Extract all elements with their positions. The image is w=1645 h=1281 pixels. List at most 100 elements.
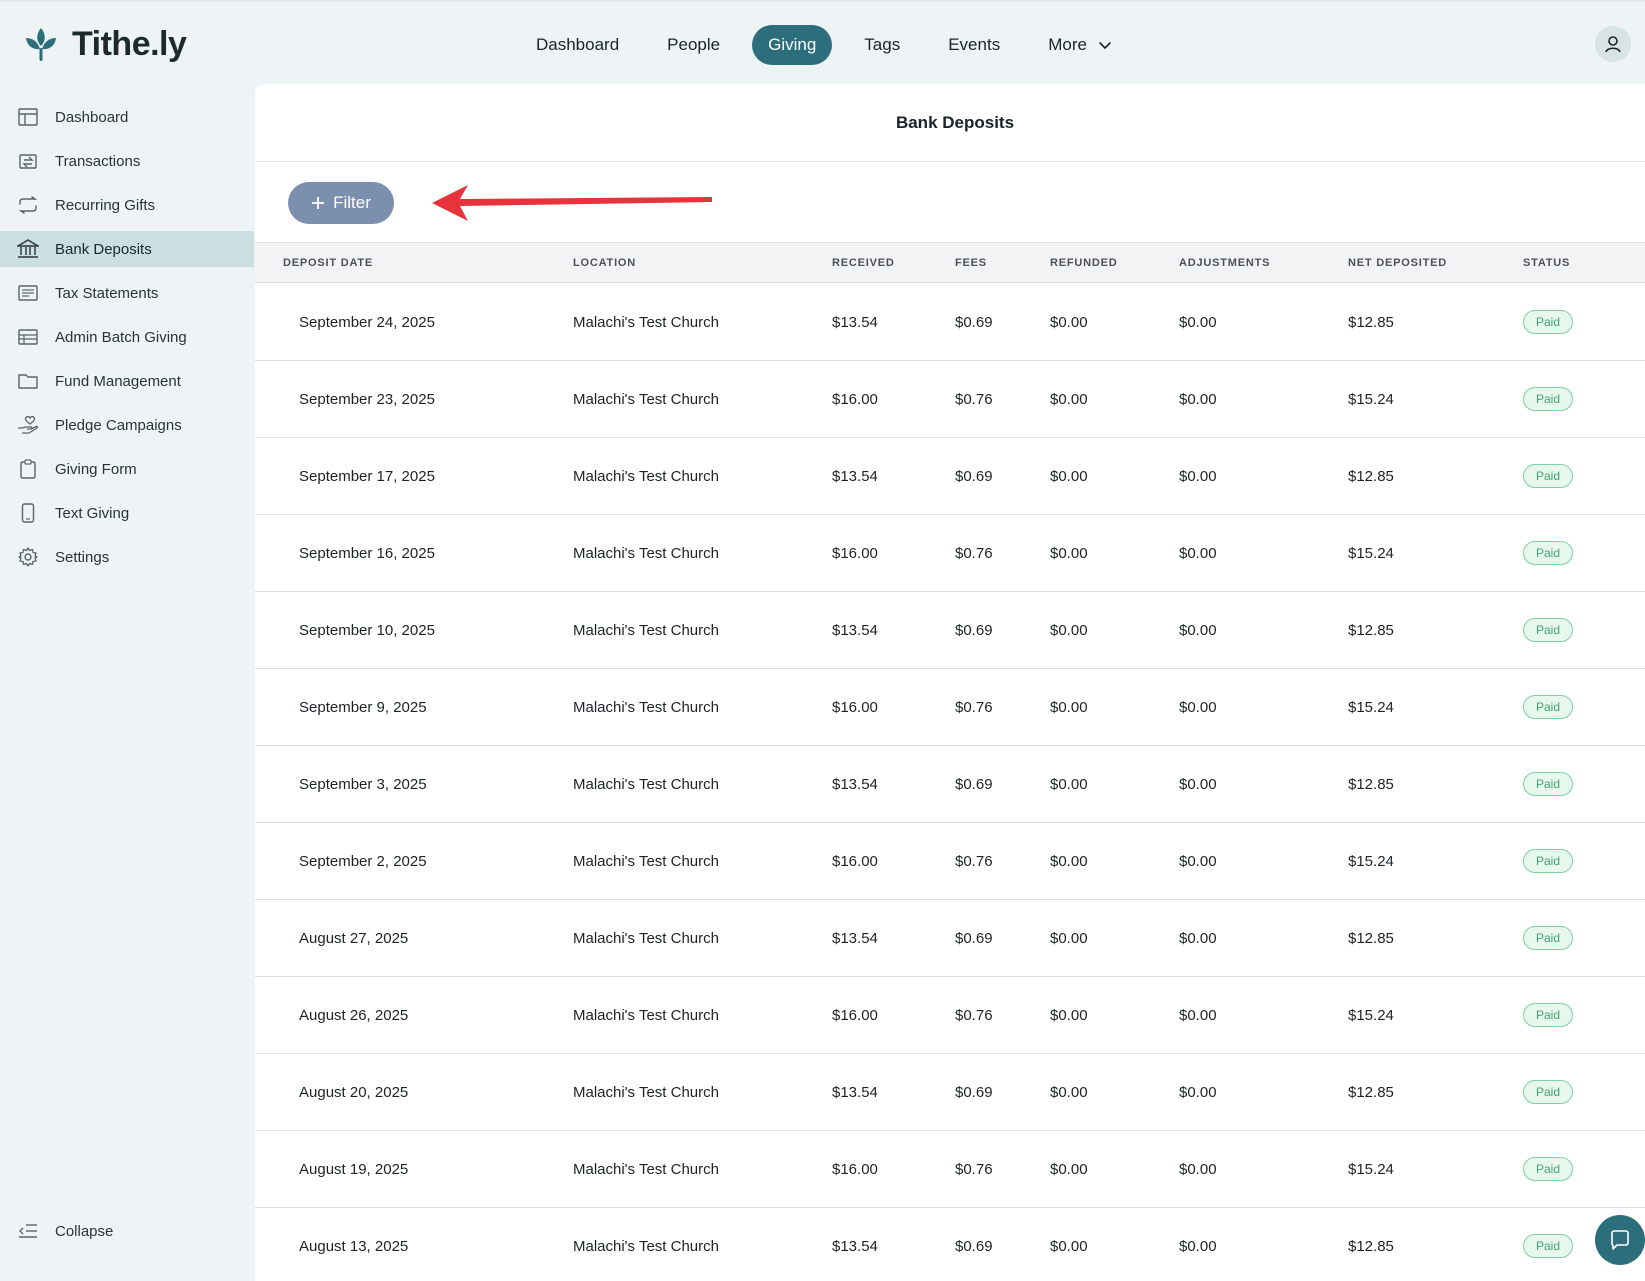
cell-status: Paid — [1523, 977, 1574, 1053]
topnav-label: More — [1048, 35, 1087, 54]
sidebar-item-tax-statements[interactable]: Tax Statements — [0, 275, 254, 311]
cell-deposit-date: September 9, 2025 — [299, 698, 427, 716]
topnav-tags[interactable]: Tags — [848, 25, 916, 65]
column-header-net-deposited[interactable]: NET DEPOSITED — [1348, 243, 1447, 282]
cell-adjustments: $0.00 — [1179, 313, 1217, 331]
filter-button[interactable]: Filter — [288, 182, 394, 224]
cell-received: $13.54 — [832, 1237, 878, 1255]
column-header-deposit-date[interactable]: DEPOSIT DATE — [283, 243, 373, 282]
folder-icon — [17, 370, 39, 392]
cell-refunded: $0.00 — [1050, 1237, 1088, 1255]
cell-refunded: $0.00 — [1050, 544, 1088, 562]
sidebar-item-giving-form[interactable]: Giving Form — [0, 451, 254, 487]
repeat-icon — [17, 194, 39, 216]
cell-location: Malachi's Test Church — [573, 852, 719, 870]
sidebar-item-text-giving[interactable]: Text Giving — [0, 495, 254, 531]
cell-adjustments: $0.00 — [1179, 1237, 1217, 1255]
cell-status: Paid — [1523, 284, 1574, 360]
cell-received: $16.00 — [832, 698, 878, 716]
table-row[interactable]: August 26, 2025 Malachi's Test Church $16.… — [255, 977, 1645, 1054]
table-row[interactable]: August 27, 2025 Malachi's Test Church $13.… — [255, 900, 1645, 977]
table-row[interactable]: August 19, 2025 Malachi's Test Church $16.… — [255, 1131, 1645, 1208]
cell-fees: $0.76 — [955, 390, 993, 408]
sidebar-item-recurring-gifts[interactable]: Recurring Gifts — [0, 187, 254, 223]
brand-logo[interactable]: Tithe.ly — [22, 24, 187, 64]
table-row[interactable]: September 3, 2025 Malachi's Test Church $1… — [255, 746, 1645, 823]
cell-deposit-date: September 10, 2025 — [299, 621, 435, 639]
top-nav: Dashboard People Giving Tags Events More — [520, 25, 1145, 65]
column-header-adjustments[interactable]: ADJUSTMENTS — [1179, 243, 1270, 282]
cell-received: $13.54 — [832, 621, 878, 639]
cell-location: Malachi's Test Church — [573, 1083, 719, 1101]
top-bar: Tithe.ly Dashboard People Giving Tags Ev… — [0, 0, 1645, 84]
cell-fees: $0.69 — [955, 929, 993, 947]
sidebar-item-fund-management[interactable]: Fund Management — [0, 363, 254, 399]
cell-fees: $0.69 — [955, 1083, 993, 1101]
chat-icon — [1611, 1230, 1629, 1250]
collapse-label: Collapse — [55, 1222, 114, 1240]
cell-location: Malachi's Test Church — [573, 698, 719, 716]
sidebar-item-label: Bank Deposits — [55, 240, 152, 258]
cell-net-deposited: $15.24 — [1348, 698, 1394, 716]
cell-net-deposited: $12.85 — [1348, 1237, 1394, 1255]
cell-location: Malachi's Test Church — [573, 313, 719, 331]
sidebar-item-dashboard[interactable]: Dashboard — [0, 99, 254, 135]
sidebar-item-label: Dashboard — [55, 108, 129, 126]
table-row[interactable]: September 10, 2025 Malachi's Test Church $… — [255, 592, 1645, 669]
sidebar-item-label: Tax Statements — [55, 284, 159, 302]
table-row[interactable]: September 9, 2025 Malachi's Test Church $1… — [255, 669, 1645, 746]
topnav-events[interactable]: Events — [932, 25, 1016, 65]
cell-status: Paid — [1523, 1131, 1574, 1207]
sidebar-item-settings[interactable]: Settings — [0, 539, 254, 575]
collapse-sidebar-button[interactable]: Collapse — [0, 1213, 254, 1249]
cell-location: Malachi's Test Church — [573, 544, 719, 562]
column-header-status[interactable]: STATUS — [1523, 243, 1570, 282]
table-row[interactable]: September 23, 2025 Malachi's Test Church $… — [255, 361, 1645, 438]
table-row[interactable]: September 17, 2025 Malachi's Test Church $… — [255, 438, 1645, 515]
gear-icon — [17, 546, 39, 568]
column-header-location[interactable]: LOCATION — [573, 243, 636, 282]
cell-net-deposited: $15.24 — [1348, 544, 1394, 562]
column-header-refunded[interactable]: REFUNDED — [1050, 243, 1118, 282]
topnav-people[interactable]: People — [651, 25, 736, 65]
user-avatar-button[interactable] — [1595, 26, 1631, 62]
status-badge: Paid — [1523, 387, 1574, 411]
sidebar-item-label: Admin Batch Giving — [55, 328, 187, 346]
chat-button[interactable] — [1595, 1215, 1645, 1265]
topnav-label: Events — [948, 35, 1001, 54]
table-row[interactable]: August 13, 2025 Malachi's Test Church $13.… — [255, 1208, 1645, 1281]
column-header-received[interactable]: RECEIVED — [832, 243, 895, 282]
column-header-fees[interactable]: FEES — [955, 243, 987, 282]
cell-received: $13.54 — [832, 929, 878, 947]
cell-deposit-date: August 13, 2025 — [299, 1237, 409, 1255]
sidebar-item-label: Pledge Campaigns — [55, 416, 182, 434]
table-row[interactable]: September 16, 2025 Malachi's Test Church $… — [255, 515, 1645, 592]
cell-deposit-date: August 20, 2025 — [299, 1083, 409, 1101]
cell-fees: $0.69 — [955, 1237, 993, 1255]
cell-adjustments: $0.00 — [1179, 1006, 1217, 1024]
topnav-more[interactable]: More — [1032, 25, 1129, 65]
sidebar-item-pledge-campaigns[interactable]: Pledge Campaigns — [0, 407, 254, 443]
cell-adjustments: $0.00 — [1179, 621, 1217, 639]
cell-received: $16.00 — [832, 1160, 878, 1178]
layout-icon — [17, 106, 39, 128]
table-row[interactable]: September 2, 2025 Malachi's Test Church $1… — [255, 823, 1645, 900]
sidebar-item-transactions[interactable]: Transactions — [0, 143, 254, 179]
cell-refunded: $0.00 — [1050, 621, 1088, 639]
cell-deposit-date: September 16, 2025 — [299, 544, 435, 562]
table-row[interactable]: August 20, 2025 Malachi's Test Church $13.… — [255, 1054, 1645, 1131]
topnav-dashboard[interactable]: Dashboard — [520, 25, 635, 65]
cell-location: Malachi's Test Church — [573, 1237, 719, 1255]
cell-adjustments: $0.00 — [1179, 929, 1217, 947]
cell-location: Malachi's Test Church — [573, 621, 719, 639]
cell-net-deposited: $12.85 — [1348, 775, 1394, 793]
cell-net-deposited: $15.24 — [1348, 390, 1394, 408]
table-row[interactable]: September 24, 2025 Malachi's Test Church $… — [255, 284, 1645, 361]
sidebar-item-bank-deposits[interactable]: Bank Deposits — [0, 231, 254, 267]
topnav-giving[interactable]: Giving — [752, 25, 833, 65]
collapse-icon — [17, 1220, 39, 1242]
cell-status: Paid — [1523, 746, 1574, 822]
cell-deposit-date: September 2, 2025 — [299, 852, 427, 870]
annotation-arrow-icon — [432, 185, 712, 221]
sidebar-item-admin-batch-giving[interactable]: Admin Batch Giving — [0, 319, 254, 355]
